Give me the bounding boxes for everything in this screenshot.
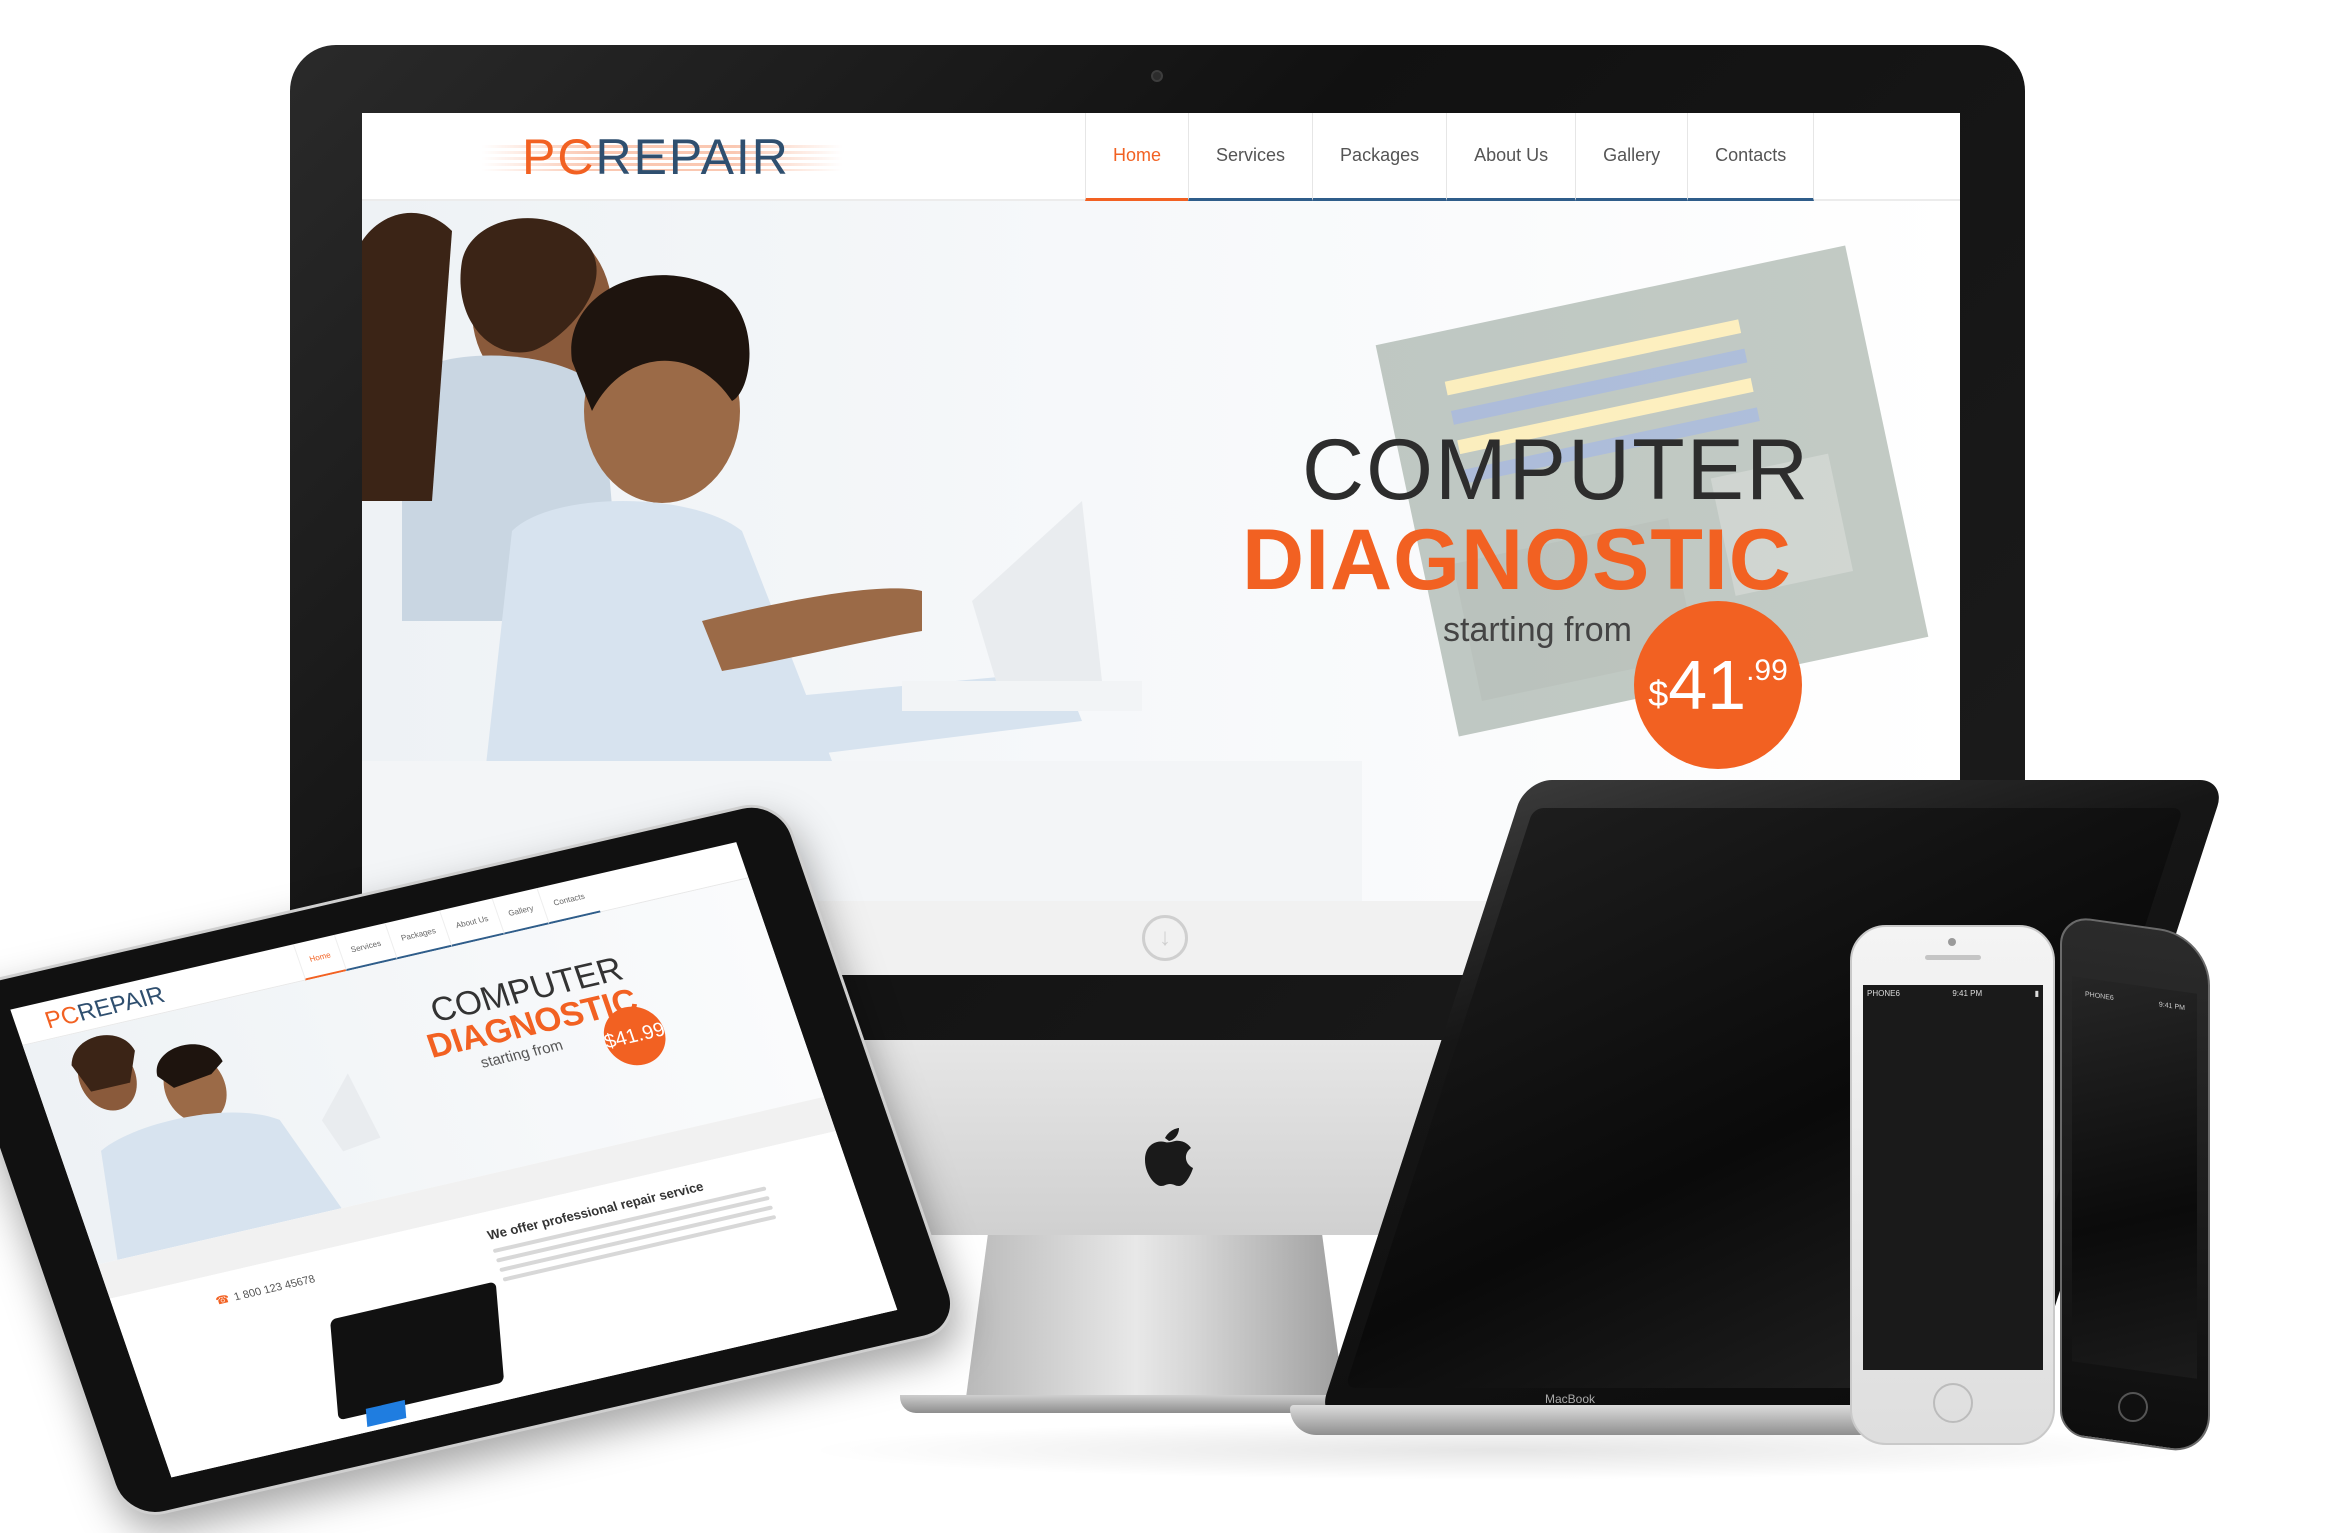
- camera-icon: [1151, 70, 1163, 82]
- nav-home[interactable]: Home: [1085, 113, 1189, 201]
- apple-logo-icon: [1145, 1128, 1193, 1186]
- site-logo[interactable]: PC REPAIR: [482, 129, 842, 185]
- arrow-down-circle-icon[interactable]: ↓: [1142, 915, 1188, 961]
- iphone-front-time: 9:41 PM: [1952, 989, 1983, 998]
- nav-contacts[interactable]: Contacts: [1687, 113, 1815, 201]
- nav-gallery[interactable]: Gallery: [1575, 113, 1688, 201]
- battery-icon: ▮: [2034, 989, 2039, 998]
- iphone-front-home-button[interactable]: [1933, 1383, 1973, 1423]
- logo-repair-text: REPAIR: [595, 129, 790, 185]
- hero-headline-line2: DIAGNOSTIC: [1242, 512, 1792, 608]
- site-header: PC REPAIR Home Services Packages About U…: [362, 113, 1960, 201]
- price-main: 41: [1668, 646, 1747, 724]
- nav-services[interactable]: Services: [1188, 113, 1313, 201]
- iphone-front-status-bar: PHONE6 9:41 PM ▮: [1867, 989, 2039, 1003]
- nav-packages[interactable]: Packages: [1312, 113, 1447, 201]
- iphone-angled-home-button[interactable]: [2118, 1392, 2148, 1422]
- iphone-angled-screen: [2072, 976, 2197, 1379]
- main-nav: Home Services Packages About Us Gallery …: [1085, 113, 1815, 201]
- laptop-brand-label: MacBook: [1545, 1392, 1596, 1406]
- price-dollar: $: [1648, 673, 1669, 714]
- front-camera-icon: [1948, 938, 1956, 946]
- logo-pc-text: PC: [522, 129, 596, 185]
- nav-about-us[interactable]: About Us: [1446, 113, 1576, 201]
- hero-starting-text: starting from: [1443, 611, 1632, 649]
- ipad-screen: PCREPAIR Home Services Packages About Us…: [10, 842, 898, 1478]
- iphone-front-screen: [1863, 985, 2043, 1370]
- imac-stand: [965, 1235, 1345, 1405]
- hero-photo: [362, 212, 1362, 901]
- hero-headline-line1: COMPUTER: [1302, 422, 1811, 518]
- laptop-base: [1290, 1405, 1890, 1435]
- speaker-grille: [1925, 955, 1981, 960]
- price-badge[interactable]: $ 41 .99: [1634, 601, 1802, 769]
- iphone-front-carrier: PHONE6: [1867, 989, 1900, 998]
- ipad-phone-number: 1 800 123 45678: [214, 1272, 316, 1307]
- price-cents: .99: [1746, 654, 1788, 687]
- ipad-laptop-image: [330, 1281, 505, 1421]
